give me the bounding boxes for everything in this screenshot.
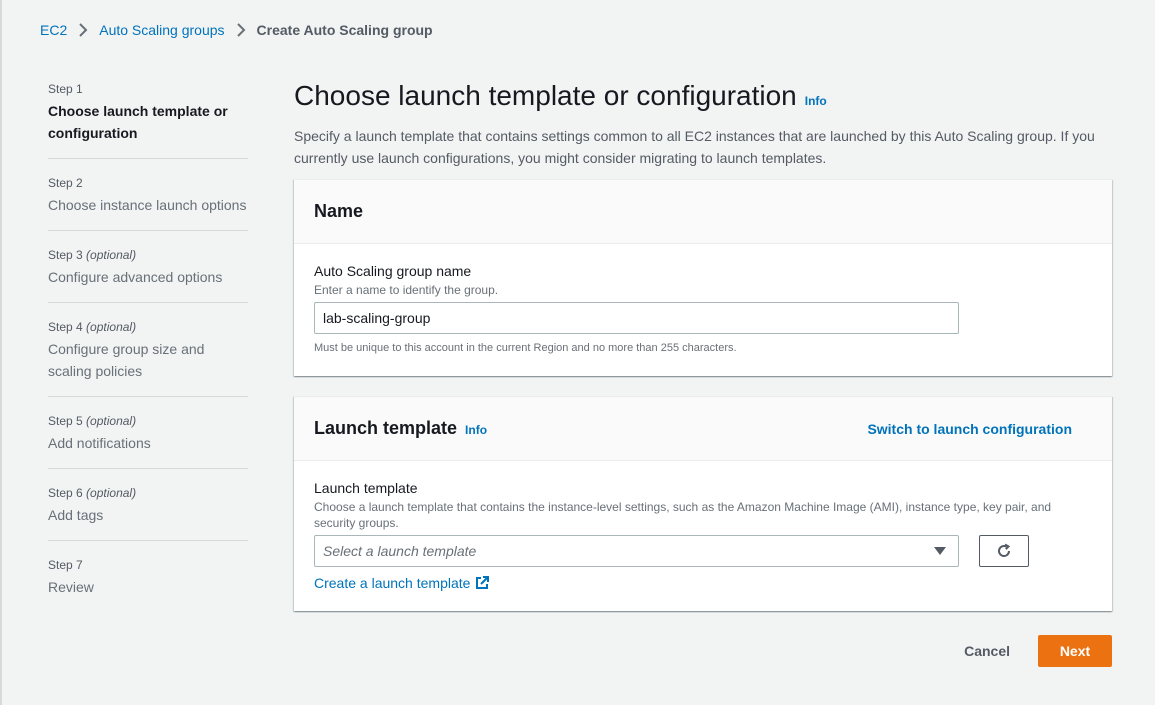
external-link-icon — [476, 576, 490, 589]
next-button[interactable]: Next — [1038, 635, 1112, 667]
page-description: Specify a launch template that contains … — [294, 128, 1095, 166]
breadcrumb-current: Create Auto Scaling group — [256, 22, 433, 38]
step-7[interactable]: Step 7 Review — [48, 556, 248, 612]
launch-template-title-text: Launch template — [314, 418, 458, 438]
step-1: Step 1 Choose launch template or configu… — [48, 80, 248, 159]
step-3[interactable]: Step 3 (optional) Configure advanced opt… — [48, 246, 248, 303]
breadcrumb: EC2 Auto Scaling groups Create Auto Scal… — [40, 20, 433, 40]
breadcrumb-auto-scaling-groups[interactable]: Auto Scaling groups — [99, 22, 224, 38]
cancel-button[interactable]: Cancel — [944, 635, 1030, 667]
name-panel-title: Name — [314, 201, 364, 221]
page-title: Choose launch template or configuration … — [294, 78, 1114, 119]
launch-template-select[interactable]: Select a launch template — [314, 535, 959, 567]
page-info-link[interactable]: Info — [805, 83, 827, 119]
footer-actions: Cancel Next — [944, 635, 1112, 667]
create-launch-template-text: Create a launch template — [314, 575, 471, 591]
step-number: Step 3 (optional) — [48, 248, 137, 262]
chevron-right-icon — [225, 23, 257, 37]
launch-template-description: Choose a launch template that contains t… — [314, 500, 1052, 530]
step-title: Configure advanced options — [48, 269, 223, 285]
refresh-button[interactable] — [979, 535, 1029, 567]
page-title-text: Choose launch template or configuration — [294, 80, 797, 111]
step-number: Step 4 (optional) — [48, 320, 137, 334]
launch-template-select-row: Select a launch template — [314, 535, 1092, 567]
caret-down-icon — [934, 547, 946, 555]
step-title: Add notifications — [48, 435, 151, 451]
main-content: Choose launch template or configuration … — [294, 78, 1114, 611]
asg-name-label: Auto Scaling group name — [314, 263, 472, 279]
create-launch-template-link[interactable]: Create a launch template — [314, 575, 1092, 591]
launch-template-panel-body: Launch template Choose a launch template… — [294, 461, 1112, 611]
launch-template-info-link[interactable]: Info — [465, 423, 487, 437]
launch-template-select-placeholder: Select a launch template — [323, 543, 477, 559]
step-number: Step 6 (optional) — [48, 486, 137, 500]
asg-name-input[interactable]: lab-scaling-group — [314, 302, 959, 334]
breadcrumb-ec2[interactable]: EC2 — [40, 22, 67, 38]
name-panel-header: Name — [294, 180, 1112, 244]
step-title: Add tags — [48, 507, 104, 523]
name-panel-body: Auto Scaling group name Enter a name to … — [294, 244, 1112, 376]
step-number: Step 1 — [48, 82, 83, 96]
launch-template-panel: Launch template Info Switch to launch co… — [294, 396, 1112, 611]
step-number: Step 7 — [48, 558, 83, 572]
step-number: Step 5 (optional) — [48, 414, 137, 428]
launch-template-label: Launch template — [314, 480, 418, 496]
launch-template-panel-title: Launch template Info — [314, 418, 487, 439]
wizard-steps: Step 1 Choose launch template or configu… — [48, 80, 248, 627]
switch-to-launch-configuration-link[interactable]: Switch to launch configuration — [867, 421, 1072, 437]
step-5[interactable]: Step 5 (optional) Add notifications — [48, 412, 248, 469]
refresh-icon — [998, 543, 1011, 557]
step-title: Review — [48, 579, 94, 595]
step-title: Choose launch template or configuration — [48, 103, 228, 141]
step-2[interactable]: Step 2 Choose instance launch options — [48, 174, 248, 231]
step-4[interactable]: Step 4 (optional) Configure group size a… — [48, 318, 248, 397]
asg-name-description: Enter a name to identify the group. — [314, 283, 499, 297]
chevron-right-icon — [67, 23, 99, 37]
step-title: Choose instance launch options — [48, 197, 247, 213]
step-number: Step 2 — [48, 176, 83, 190]
launch-template-panel-header: Launch template Info Switch to launch co… — [294, 397, 1112, 461]
step-title: Configure group size and scaling policie… — [48, 341, 205, 379]
step-6[interactable]: Step 6 (optional) Add tags — [48, 484, 248, 541]
asg-name-constraint: Must be unique to this account in the cu… — [314, 342, 737, 354]
name-panel: Name Auto Scaling group name Enter a nam… — [294, 179, 1112, 376]
